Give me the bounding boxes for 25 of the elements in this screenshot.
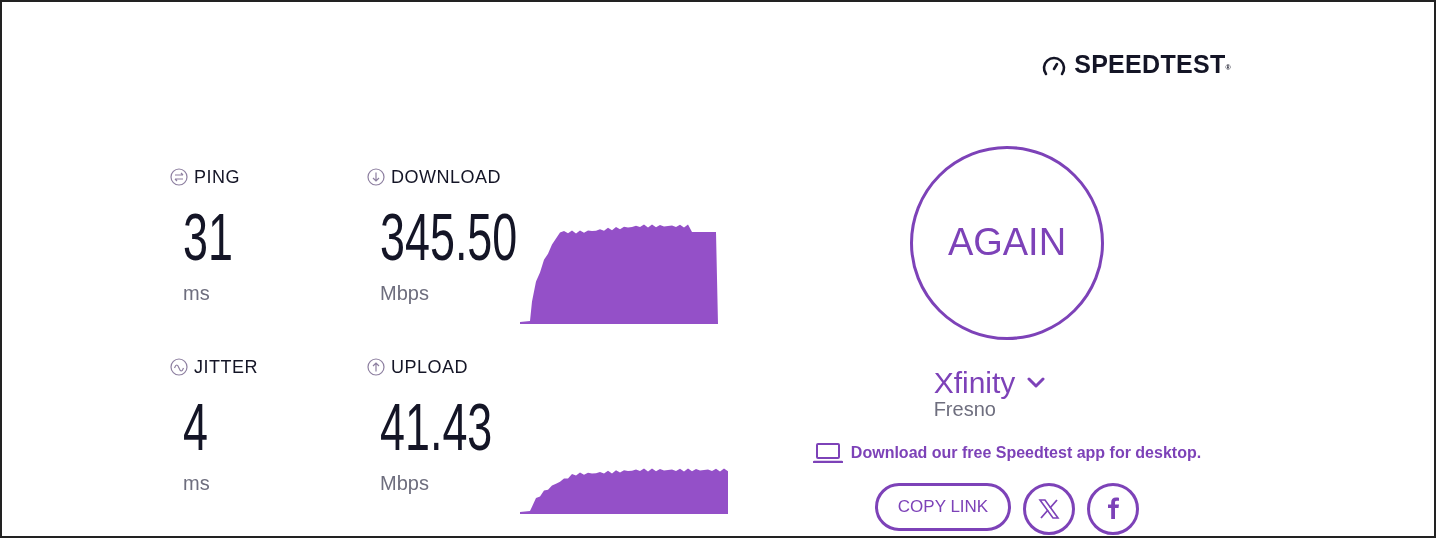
download-icon: [367, 168, 385, 186]
metric-value: 4: [183, 394, 208, 460]
metric-unit: Mbps: [380, 281, 429, 306]
metric-value: 41.43: [380, 394, 493, 460]
metric-unit: ms: [183, 281, 210, 306]
metric-value: 345.50: [380, 204, 518, 270]
metric-label: PING: [194, 165, 240, 189]
metric-unit: ms: [183, 471, 210, 496]
metric-label: UPLOAD: [391, 355, 469, 379]
chevron-down-icon[interactable]: [1027, 375, 1046, 389]
metric-unit: Mbps: [380, 471, 429, 496]
jitter-icon: [170, 358, 188, 376]
logo-text: SPEEDTEST$^{®}$: [1074, 49, 1231, 80]
metric-label: JITTER: [194, 355, 258, 379]
again-button[interactable]: AGAIN: [910, 145, 1104, 340]
metric-label: DOWNLOAD: [391, 165, 501, 189]
copy-link-button[interactable]: COPY LINK: [874, 482, 1012, 531]
metric-value: 31: [183, 204, 233, 270]
app-download-link[interactable]: Download our free Speedtest app for desktop.: [850, 440, 1202, 465]
ping-icon: [170, 168, 188, 186]
upload-icon: [367, 358, 385, 376]
x-icon: [1037, 496, 1062, 521]
laptop-icon: [812, 442, 843, 463]
server-location: Fresno: [933, 398, 996, 419]
provider-name[interactable]: Xfinity: [933, 365, 1016, 399]
